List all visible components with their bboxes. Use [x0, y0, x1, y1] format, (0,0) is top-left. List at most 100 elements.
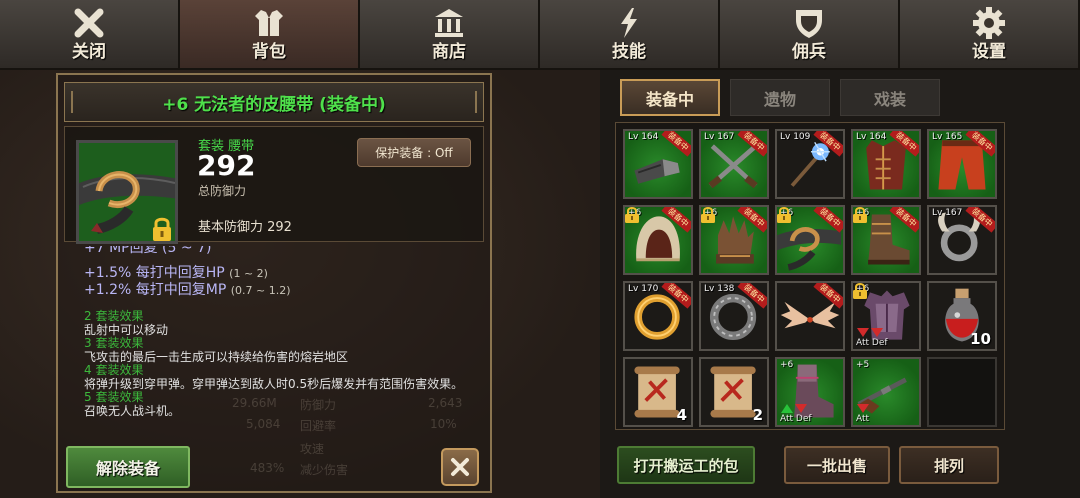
item-level: Lv 109 [780, 132, 811, 142]
shop-icon [435, 9, 463, 37]
item-level: Lv 164 [856, 132, 887, 142]
armor-icon [255, 10, 283, 36]
inventory-slot[interactable]: Lv 167 装备中 [927, 205, 997, 275]
inventory-slot[interactable]: Lv 164 装备中 [851, 129, 921, 199]
nav-bag[interactable]: 背包 [180, 0, 360, 70]
stat-down-arrow-icon [857, 404, 869, 413]
item-level: Lv 170 [628, 284, 659, 294]
protect-equipment-button[interactable]: 保护装备 : Off [357, 138, 471, 167]
set-effect-desc: 飞攻击的最后一击生成可以持续给伤害的熔岩地区 [84, 349, 349, 364]
inventory-slot[interactable]: 装备中 [775, 281, 845, 351]
set-effect-desc: 召唤无人战斗机。 [84, 403, 181, 418]
stat-line-partial: +7 MP回复 (5 ~ 7) [84, 246, 212, 256]
inventory-slot[interactable]: 2 [699, 357, 769, 427]
tab-relics[interactable]: 遗物 [730, 79, 830, 116]
total-defense-value: 292 [197, 149, 256, 182]
stat-down-arrow-icon [871, 328, 883, 337]
top-nav: 关闭 背包 商店 技能 佣兵 设置 [0, 0, 1080, 70]
close-x-icon [74, 8, 104, 38]
background-stat: 回避率 [300, 419, 337, 433]
empty-slot [929, 359, 995, 425]
item-count: 2 [752, 406, 763, 424]
nav-settings-label: 设置 [972, 42, 1006, 62]
item-count: 4 [676, 406, 687, 424]
lock-icon [853, 207, 867, 223]
lock-icon [625, 207, 639, 223]
unequip-button[interactable]: 解除装备 [66, 446, 190, 488]
item-title: +6 无法者的皮腰带 (装备中) [162, 94, 386, 115]
item-level: Lv 138 [704, 284, 735, 294]
inventory-slot[interactable]: +6 Att Def [851, 281, 921, 351]
background-stat: 10% [430, 417, 457, 431]
inventory-slot[interactable]: +6 装备中 [775, 205, 845, 275]
nav-shop[interactable]: 商店 [360, 0, 540, 70]
inventory-slot[interactable]: Lv 165 装备中 [927, 129, 997, 199]
compare-label: Att Def [780, 414, 812, 424]
inventory-slot[interactable]: Lv 109 装备中 [775, 129, 845, 199]
background-stat: 攻速 [300, 442, 325, 456]
lightning-icon [621, 8, 637, 38]
nav-close-label: 关闭 [72, 42, 106, 62]
set-effect-desc: 将弹升级到穿甲弹。穿甲弹达到敌人时0.5秒后爆发并有范围伤害效果。 [84, 376, 464, 391]
lock-icon [701, 207, 715, 223]
set-effect-desc: 乱射中可以移动 [84, 322, 169, 337]
set-effect-head: 4 套装效果 [84, 363, 144, 377]
set-effects: 2 套装效果 乱射中可以移动 3 套装效果 飞攻击的最后一击生成可以持续给伤害的… [84, 309, 484, 418]
sort-button[interactable]: 排列 [899, 446, 999, 484]
nav-close[interactable]: 关闭 [0, 0, 180, 70]
nav-skills-label: 技能 [612, 42, 646, 62]
nav-mercenary-label: 佣兵 [792, 42, 826, 62]
item-level: Lv 164 [628, 132, 659, 142]
item-icon-frame [76, 140, 178, 244]
set-effect-head: 2 套装效果 [84, 309, 144, 323]
item-level: Lv 167 [704, 132, 735, 142]
inventory-slot[interactable]: 4 [623, 357, 693, 427]
shield-icon [796, 10, 822, 38]
nav-settings[interactable]: 设置 [900, 0, 1080, 70]
gear-icon [973, 7, 1005, 39]
inventory-empty-slot[interactable] [927, 357, 997, 427]
background-stat: 减少伤害 [300, 463, 349, 477]
close-detail-button[interactable] [441, 448, 479, 486]
lock-icon [777, 207, 791, 223]
nav-skills[interactable]: 技能 [540, 0, 720, 70]
inventory-slot[interactable]: Lv 138 装备中 [699, 281, 769, 351]
total-defense-label: 总防御力 [198, 184, 247, 198]
set-effect-head: 5 套装效果 [84, 390, 144, 404]
inventory-slot[interactable]: +5 Att [851, 357, 921, 427]
set-effect-head: 3 套装效果 [84, 336, 144, 350]
inventory-slot[interactable]: +6 装备中 [851, 205, 921, 275]
background-stat: 483% [250, 461, 285, 475]
inventory-slot[interactable]: +6 Att Def [775, 357, 845, 427]
lock-icon [853, 283, 867, 299]
inventory-slot[interactable]: 10 [927, 281, 997, 351]
stat-down-arrow-icon [795, 404, 807, 413]
inventory-slot[interactable]: Lv 170 装备中 [623, 281, 693, 351]
stat-down-arrow-icon [857, 328, 869, 337]
inventory-slot[interactable]: +6 装备中 [623, 205, 693, 275]
inventory-slot[interactable]: +6 装备中 [699, 205, 769, 275]
item-title-bar: +6 无法者的皮腰带 (装备中) [64, 82, 484, 122]
base-defense: 基本防御力 292 [198, 220, 292, 235]
item-level: +5 [856, 360, 870, 370]
belt-icon [79, 143, 175, 241]
inventory-slot[interactable]: Lv 164 装备中 [623, 129, 693, 199]
close-x-icon [451, 458, 469, 476]
nav-shop-label: 商店 [432, 42, 466, 62]
tab-equipped[interactable]: 装备中 [620, 79, 720, 116]
item-level: Lv 165 [932, 132, 963, 142]
item-level: Lv 167 [932, 208, 963, 218]
nav-bag-label: 背包 [252, 42, 286, 62]
bulk-sell-button[interactable]: 一批出售 [784, 446, 890, 484]
stat-line: +1.2% 每打中回复MP (0.7 ~ 1.2) [84, 282, 291, 298]
item-count: 10 [970, 330, 991, 348]
nav-mercenary[interactable]: 佣兵 [720, 0, 900, 70]
inventory-slot[interactable]: Lv 167 装备中 [699, 129, 769, 199]
compare-label: Att [856, 414, 870, 424]
tab-costumes[interactable]: 戏装 [840, 79, 940, 116]
background-stat: 5,084 [246, 417, 281, 431]
item-level: +6 [780, 360, 794, 370]
compare-label: Att Def [856, 338, 888, 348]
open-porter-bag-button[interactable]: 打开搬运工的包 [617, 446, 755, 484]
stat-up-arrow-icon [781, 404, 793, 413]
